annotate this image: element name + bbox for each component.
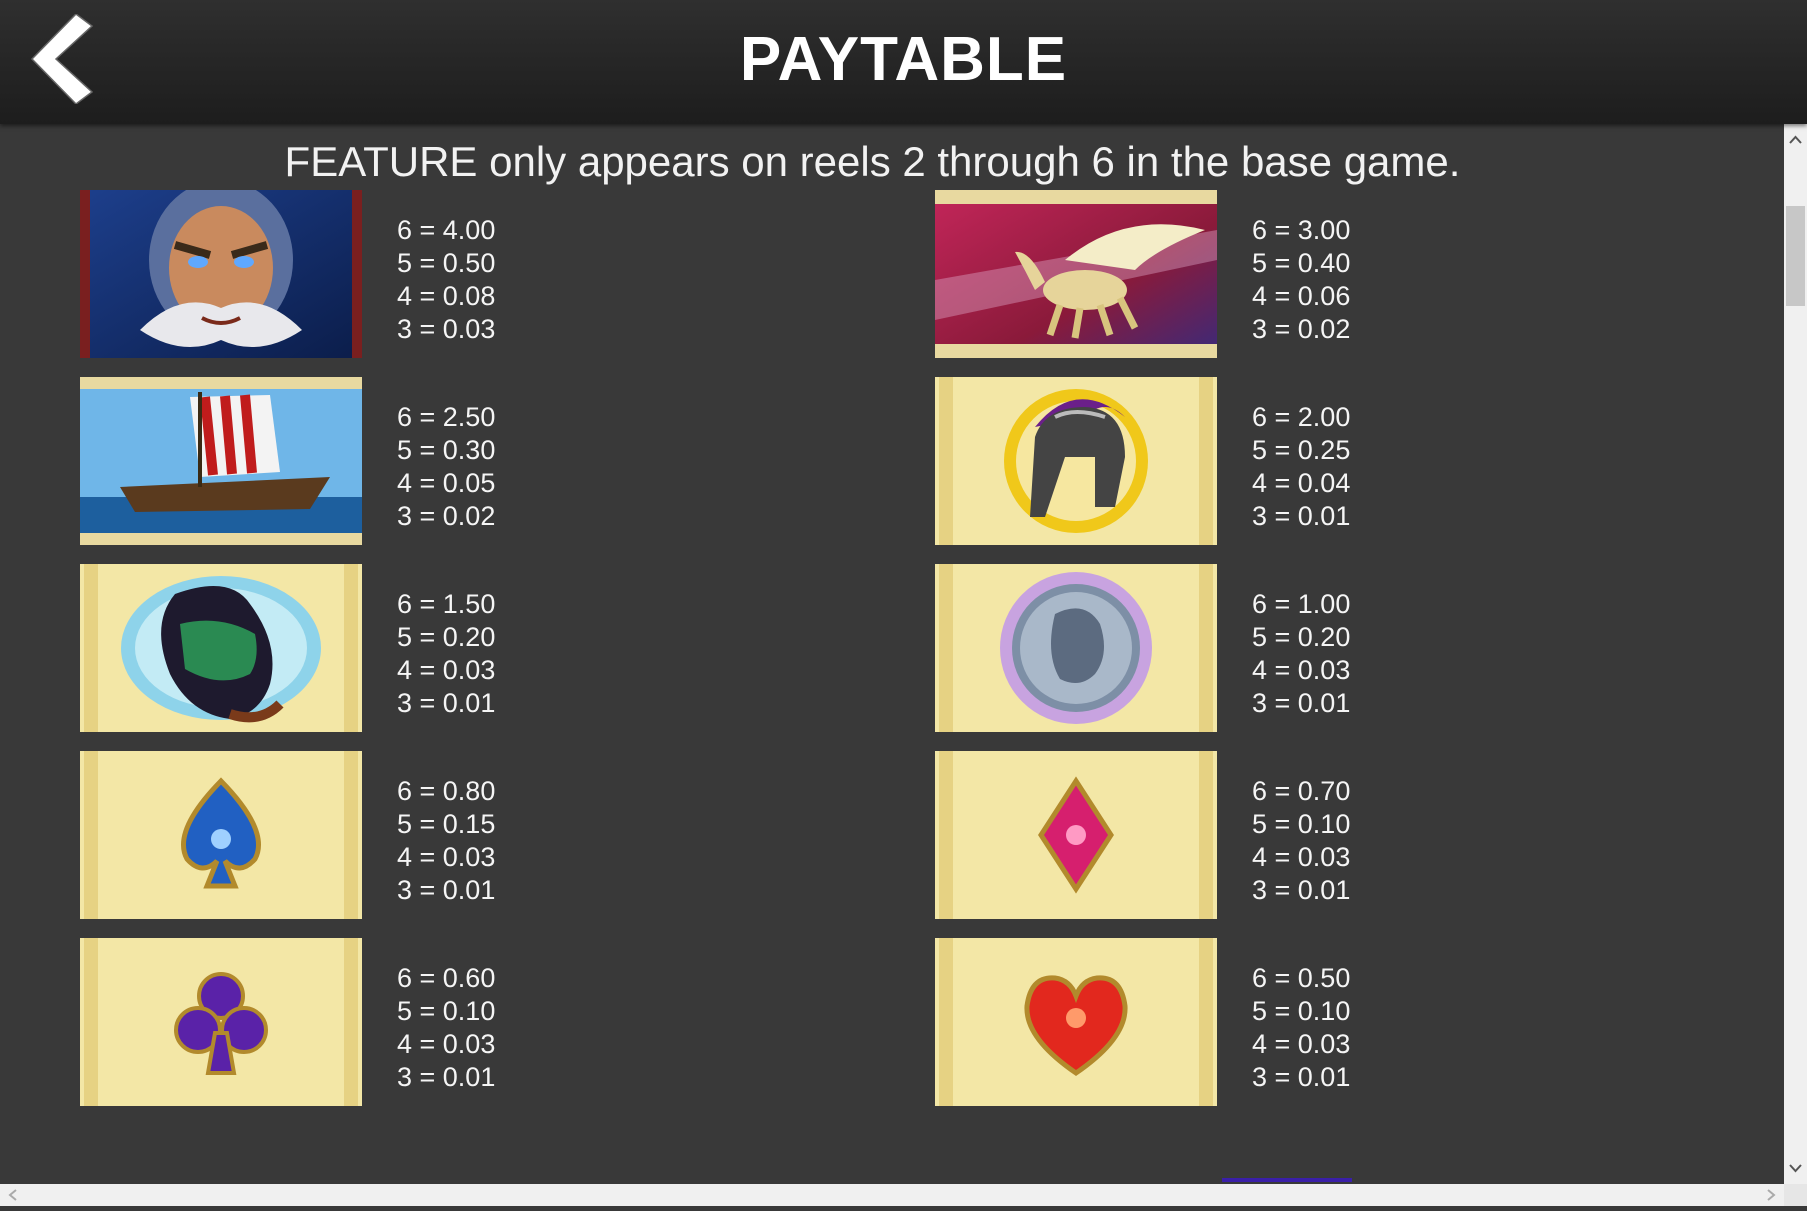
pay-line: 3 = 0.02 [397, 501, 496, 531]
pays-club: 6 = 0.60 5 = 0.10 4 = 0.03 3 = 0.01 [397, 962, 495, 1094]
diamond-icon [935, 751, 1217, 919]
pay-line: 5 = 0.10 [397, 996, 496, 1026]
pays-ship: 6 = 2.50 5 = 0.30 4 = 0.05 3 = 0.02 [397, 401, 495, 533]
pay-line: 6 = 1.50 [397, 589, 496, 619]
pay-line: 4 = 0.06 [1252, 281, 1351, 311]
pays-vase: 6 = 1.50 5 = 0.20 4 = 0.03 3 = 0.01 [397, 588, 495, 720]
pays-coin: 6 = 1.00 5 = 0.20 4 = 0.03 3 = 0.01 [1252, 588, 1350, 720]
scroll-up-icon[interactable] [1784, 128, 1807, 152]
pegasus-icon [935, 190, 1217, 358]
helmet-icon [935, 377, 1217, 545]
pay-line: 6 = 2.00 [1252, 402, 1351, 432]
pay-line: 3 = 0.01 [1252, 875, 1351, 905]
pay-line: 5 = 0.50 [397, 248, 496, 278]
progress-mark [1222, 1178, 1352, 1182]
pay-line: 3 = 0.01 [1252, 501, 1351, 531]
club-icon [80, 938, 362, 1106]
pay-line: 5 = 0.20 [397, 622, 496, 652]
pays-zeus: 6 = 4.00 5 = 0.50 4 = 0.08 3 = 0.03 [397, 214, 495, 346]
feature-note: FEATURE only appears on reels 2 through … [284, 138, 1461, 185]
pay-line: 3 = 0.01 [397, 688, 496, 718]
pay-line: 6 = 1.00 [1252, 589, 1351, 619]
pay-line: 3 = 0.02 [1252, 314, 1351, 344]
pay-line: 5 = 0.30 [397, 435, 496, 465]
pay-line: 5 = 0.20 [1252, 622, 1351, 652]
horizontal-scrollbar[interactable] [0, 1184, 1784, 1206]
pays-spade: 6 = 0.80 5 = 0.15 4 = 0.03 3 = 0.01 [397, 775, 495, 907]
pay-line: 5 = 0.15 [397, 809, 496, 839]
pay-line: 3 = 0.03 [397, 314, 496, 344]
vase-icon [80, 564, 362, 732]
vertical-scrollbar[interactable] [1784, 124, 1807, 1184]
pay-line: 4 = 0.03 [397, 842, 496, 872]
pay-line: 6 = 3.00 [1252, 215, 1351, 245]
coin-icon [935, 564, 1217, 732]
pay-line: 5 = 0.25 [1252, 435, 1351, 465]
pay-line: 3 = 0.01 [397, 875, 496, 905]
pay-line: 6 = 0.60 [397, 963, 496, 993]
pay-line: 6 = 0.70 [1252, 776, 1351, 806]
pays-heart: 6 = 0.50 5 = 0.10 4 = 0.03 3 = 0.01 [1252, 962, 1350, 1094]
pay-line: 6 = 4.00 [397, 215, 496, 245]
pay-line: 4 = 0.04 [1252, 468, 1351, 498]
pays-diamond: 6 = 0.70 5 = 0.10 4 = 0.03 3 = 0.01 [1252, 775, 1350, 907]
scroll-down-icon[interactable] [1784, 1156, 1807, 1180]
pay-line: 6 = 0.80 [397, 776, 496, 806]
pay-line: 4 = 0.03 [1252, 842, 1351, 872]
pay-line: 3 = 0.01 [397, 1062, 496, 1092]
heart-icon [935, 938, 1217, 1106]
pay-line: 5 = 0.10 [1252, 809, 1351, 839]
page-title: PAYTABLE [739, 25, 1068, 94]
scroll-thumb[interactable] [1786, 206, 1805, 306]
zeus-icon [80, 190, 362, 358]
pays-helmet: 6 = 2.00 5 = 0.25 4 = 0.04 3 = 0.01 [1252, 401, 1350, 533]
pay-line: 6 = 2.50 [397, 402, 496, 432]
ship-icon [80, 377, 362, 545]
pay-line: 4 = 0.05 [397, 468, 496, 498]
pays-pegasus: 6 = 3.00 5 = 0.40 4 = 0.06 3 = 0.02 [1252, 214, 1350, 346]
pay-line: 4 = 0.03 [397, 1029, 496, 1059]
pay-line: 4 = 0.03 [1252, 1029, 1351, 1059]
header-bar: PAYTABLE [0, 0, 1807, 124]
pay-line: 6 = 0.50 [1252, 963, 1351, 993]
pay-line: 3 = 0.01 [1252, 1062, 1351, 1092]
paytable-content[interactable]: FEATURE only appears on reels 2 through … [0, 124, 1784, 1184]
pay-line: 5 = 0.40 [1252, 248, 1351, 278]
pay-line: 3 = 0.01 [1252, 688, 1351, 718]
scrollbar-corner [1784, 1184, 1807, 1206]
pay-line: 5 = 0.10 [1252, 996, 1351, 1026]
pay-line: 4 = 0.08 [397, 281, 496, 311]
spade-icon [80, 751, 362, 919]
scroll-right-icon[interactable] [1760, 1184, 1782, 1206]
pay-line: 4 = 0.03 [1252, 655, 1351, 685]
pay-line: 4 = 0.03 [397, 655, 496, 685]
scroll-left-icon[interactable] [2, 1184, 24, 1206]
